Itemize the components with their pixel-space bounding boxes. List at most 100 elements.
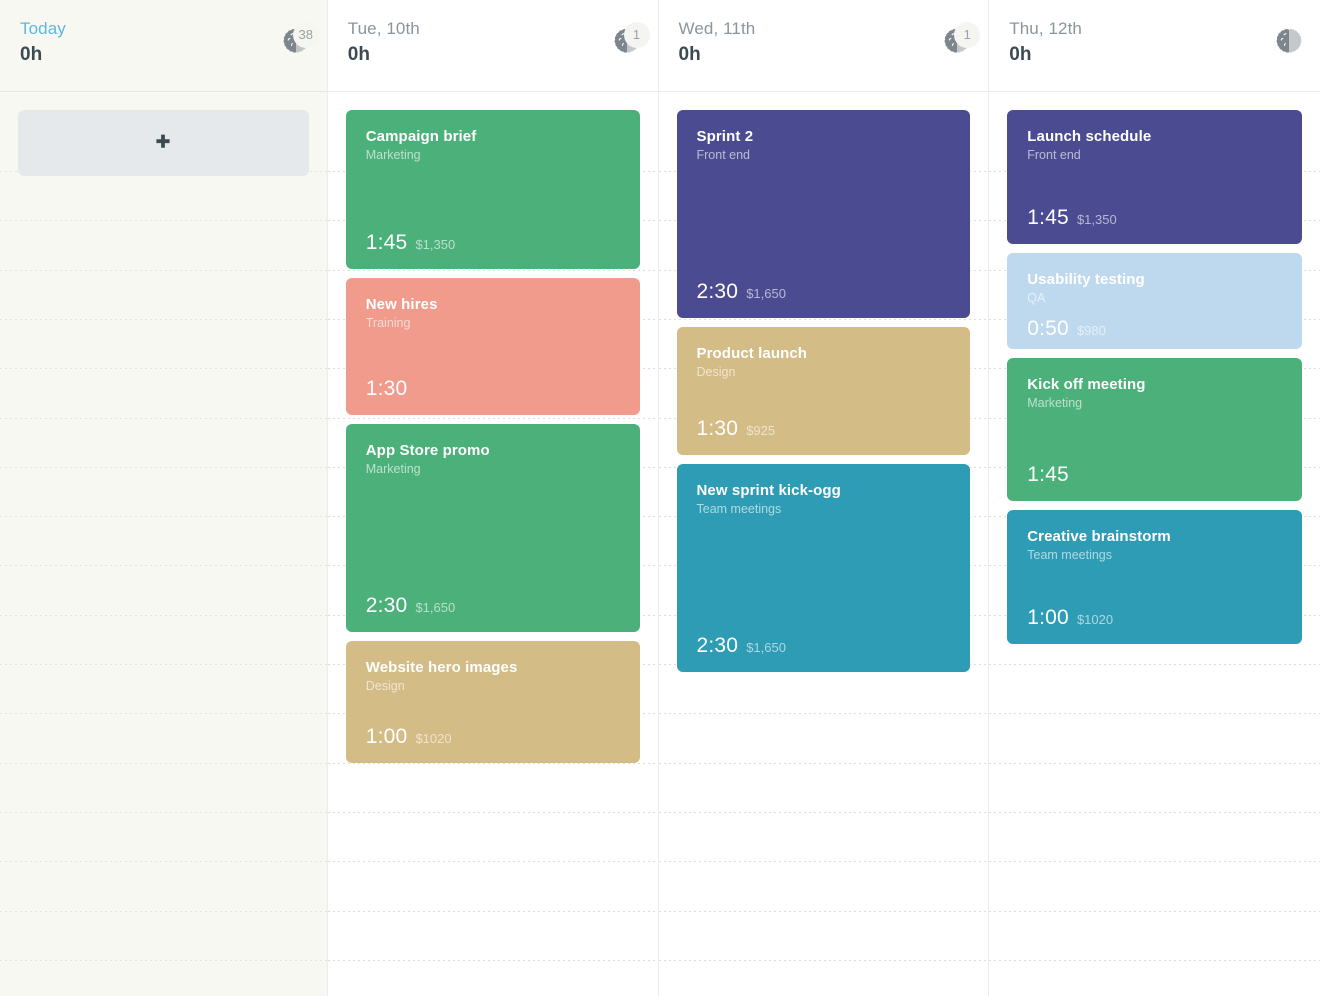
- day-total-hours: 0h: [348, 42, 638, 68]
- day-column-header: Wed, 11th0h 1: [659, 0, 989, 92]
- event-footer: 2:30$1,650: [366, 580, 620, 618]
- brain-icon[interactable]: 38: [281, 26, 315, 60]
- day-total-hours: 0h: [679, 42, 969, 68]
- event-list: Launch scheduleFront end1:45$1,350Usabil…: [1007, 110, 1302, 644]
- event-project: Front end: [697, 147, 951, 164]
- gridline: [989, 861, 1320, 862]
- day-column: Today0h 38: [0, 0, 328, 996]
- gridline: [0, 911, 327, 912]
- day-label[interactable]: Today: [20, 18, 307, 40]
- event-title: App Store promo: [366, 441, 620, 460]
- event-project: Design: [366, 678, 620, 695]
- gridline: [328, 911, 658, 912]
- event-footer: 1:45$1,350: [1027, 196, 1282, 230]
- event-footer: 1:30: [366, 367, 620, 401]
- gridline: [989, 713, 1320, 714]
- day-total-hours: 0h: [20, 42, 307, 68]
- event-card[interactable]: Sprint 2Front end 2:30 $1,650: [677, 110, 971, 318]
- gridline: [0, 565, 327, 566]
- gridline: [328, 812, 658, 813]
- gridline: [659, 763, 989, 764]
- event-footer: 1:00 $1020: [366, 715, 620, 749]
- event-project: Design: [697, 364, 951, 381]
- event-duration: 0:50: [1027, 317, 1069, 341]
- event-title: Website hero images: [366, 658, 620, 677]
- add-entry-button[interactable]: [18, 110, 309, 176]
- event-duration: 2:30: [697, 634, 739, 658]
- event-amount: $1020: [415, 731, 451, 746]
- event-card[interactable]: Product launchDesign 1:30 $925: [677, 327, 971, 455]
- event-title: Campaign brief: [366, 127, 620, 146]
- event-card[interactable]: Creative brainstormTeam meetings1:00$102…: [1007, 510, 1302, 644]
- gridline: [0, 615, 327, 616]
- day-label[interactable]: Thu, 12th: [1009, 18, 1300, 40]
- event-amount: $1,350: [415, 237, 455, 252]
- gridline: [989, 763, 1320, 764]
- gridline: [0, 713, 327, 714]
- gridline: [0, 418, 327, 419]
- event-footer: 0:50 $980: [1027, 307, 1282, 341]
- event-duration: 1:30: [697, 417, 739, 441]
- event-card[interactable]: App Store promoMarketing 2:30$1,650: [346, 424, 640, 632]
- event-card[interactable]: New sprint kick-oggTeam meetings 2:30 $1,6…: [677, 464, 971, 672]
- event-card[interactable]: Campaign briefMarketing1:45$1,350: [346, 110, 640, 269]
- calendar-board: Today0h 38 Tue, 10th0h 1Campaign briefMa…: [0, 0, 1320, 996]
- day-column: Wed, 11th0h 1 Sprint 2Front end 2:30 $1,650…: [659, 0, 990, 996]
- event-duration: 1:45: [1027, 463, 1069, 487]
- gridline: [0, 861, 327, 862]
- event-card[interactable]: Launch scheduleFront end1:45$1,350: [1007, 110, 1302, 244]
- event-duration: 2:30: [366, 594, 408, 618]
- event-duration: 1:00: [366, 725, 408, 749]
- gridline: [0, 319, 327, 320]
- day-column: Thu, 12th0h Launch scheduleFront end1:45…: [989, 0, 1320, 996]
- gridline: [0, 763, 327, 764]
- event-title: New sprint kick-ogg: [697, 481, 951, 500]
- gridline: [989, 664, 1320, 665]
- gridline: [0, 270, 327, 271]
- event-duration: 1:30: [366, 377, 408, 401]
- event-title: New hires: [366, 295, 620, 314]
- event-footer: 1:45: [1027, 449, 1282, 487]
- event-card[interactable]: Kick off meetingMarketing1:45: [1007, 358, 1302, 501]
- gridline: [0, 960, 327, 961]
- event-project: Team meetings: [697, 501, 951, 518]
- day-column-header: Today0h 38: [0, 0, 327, 92]
- event-list: Sprint 2Front end 2:30 $1,650 Product launc…: [677, 110, 971, 672]
- suggestion-count-badge: 1: [954, 22, 980, 48]
- event-amount: $1020: [1077, 612, 1113, 627]
- gridline: [659, 713, 989, 714]
- gridline: [989, 812, 1320, 813]
- event-duration: 1:00: [1027, 606, 1069, 630]
- day-column-header: Thu, 12th0h: [989, 0, 1320, 92]
- event-duration: 2:30: [697, 280, 739, 304]
- event-amount: $925: [746, 423, 775, 438]
- event-card[interactable]: Usability testingQA0:50$980: [1007, 253, 1302, 349]
- event-footer: 1:30 $925: [697, 407, 951, 441]
- event-project: Front end: [1027, 147, 1282, 164]
- day-column-header: Tue, 10th0h 1: [328, 0, 658, 92]
- gridline: [0, 516, 327, 517]
- event-project: Marketing: [1027, 395, 1282, 412]
- event-footer: 2:30 $1,650: [697, 266, 951, 304]
- brain-icon[interactable]: 1: [612, 26, 646, 60]
- day-label[interactable]: Wed, 11th: [679, 18, 969, 40]
- event-card[interactable]: Website hero imagesDesign 1:00 $1020: [346, 641, 640, 763]
- suggestion-count-badge: 38: [293, 22, 319, 48]
- event-amount: $980: [1077, 323, 1106, 338]
- plus-icon: [153, 133, 173, 153]
- event-footer: 1:00 $1020: [1027, 596, 1282, 630]
- event-title: Product launch: [697, 344, 951, 363]
- event-project: Marketing: [366, 461, 620, 478]
- gridline: [659, 911, 989, 912]
- gridline: [0, 467, 327, 468]
- event-amount: $1,350: [1077, 212, 1117, 227]
- event-card[interactable]: New hiresTraining1:30: [346, 278, 640, 415]
- gridline: [659, 861, 989, 862]
- event-title: Sprint 2: [697, 127, 951, 146]
- event-amount: $1,650: [746, 640, 786, 655]
- brain-icon[interactable]: [1274, 26, 1308, 60]
- gridline: [0, 368, 327, 369]
- brain-icon[interactable]: 1: [942, 26, 976, 60]
- day-label[interactable]: Tue, 10th: [348, 18, 638, 40]
- event-amount: $1,650: [746, 286, 786, 301]
